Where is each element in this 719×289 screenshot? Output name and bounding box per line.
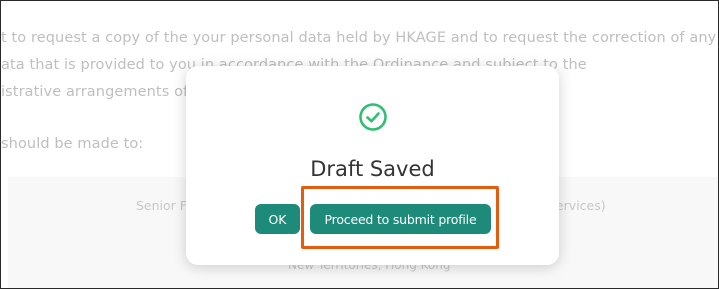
dialog-title: Draft Saved: [310, 157, 435, 181]
ok-button[interactable]: OK: [255, 204, 300, 234]
check-circle-icon: [359, 103, 387, 131]
highlight-annotation: [301, 186, 499, 249]
screenshot-frame: t to request a copy of the your personal…: [0, 0, 719, 289]
